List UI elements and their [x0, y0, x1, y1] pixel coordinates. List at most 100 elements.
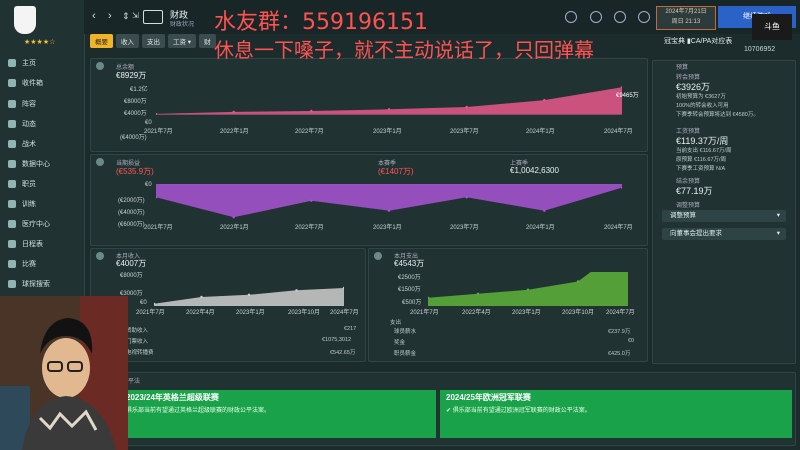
info-icon[interactable]: [614, 11, 626, 23]
gear-icon[interactable]: [638, 11, 650, 23]
y-tick: (€6000万): [118, 222, 145, 228]
chart-point: [465, 196, 468, 199]
sidebar-item-dynamics[interactable]: 动态: [4, 117, 82, 131]
x-tick: 2022年1月: [220, 129, 249, 135]
transfer-sub: 初始预算为 €3627万: [676, 94, 726, 100]
up-down-button[interactable]: ⇕: [122, 11, 130, 22]
chart-series-area: [154, 288, 344, 306]
adjust-budget-button[interactable]: 调整预算 ▾: [662, 210, 786, 222]
sidebar-item-schedule[interactable]: 日程表: [4, 237, 82, 251]
webcam-overlay: [0, 296, 128, 450]
board-request-button[interactable]: 向董事会提出要求 ▾: [662, 228, 786, 240]
tab-income[interactable]: 收入: [116, 34, 139, 48]
tab-wages[interactable]: 工资 ▾: [168, 34, 197, 48]
x-tick: 2022年4月: [186, 310, 215, 316]
y-tick: (€4000万): [120, 135, 147, 141]
x-tick: 2021年7月: [144, 129, 173, 135]
y-tick: €500万: [402, 300, 422, 306]
income-row-value: €542.65万: [330, 350, 356, 356]
x-tick: 2023年1月: [373, 225, 402, 231]
y-tick: €1500万: [398, 287, 421, 293]
expense-rows-header: 支出: [390, 320, 402, 326]
sidebar-item-squad[interactable]: 阵容: [4, 97, 82, 111]
x-tick: 2024年1月: [526, 225, 555, 231]
collapse-button[interactable]: ⇲: [132, 11, 139, 20]
x-tick: 2023年10月: [562, 310, 595, 316]
income-row-value: €1075,3012: [322, 337, 352, 343]
income-value: €4007万: [116, 259, 147, 268]
sidebar-item-medical[interactable]: 医疗中心: [4, 217, 82, 231]
stream-overlay-line2: 休息一下嗓子，就不主动说话了，只回弹幕: [214, 38, 594, 62]
sidebar-item-home[interactable]: 主页: [4, 56, 82, 70]
x-tick: 2021年7月: [136, 310, 165, 316]
chart-point: [310, 109, 313, 113]
income-row-label: 门票收入: [126, 339, 149, 345]
game-date[interactable]: 2024年7月21日 周日 21:13: [656, 6, 716, 30]
ffp-card-title: 2023/24年英格兰超级联赛: [126, 393, 219, 402]
trophy-icon: [8, 260, 16, 268]
sidebar-item-staff[interactable]: 职员: [4, 177, 82, 191]
y-tick: (€4000万): [118, 210, 145, 216]
sidebar-item-matches[interactable]: 比赛: [4, 257, 82, 271]
x-tick: 2024年7月: [604, 225, 633, 231]
chart-series-area: [156, 184, 622, 218]
chart-point: [465, 105, 468, 109]
chevron-down-icon: ▾: [776, 212, 780, 219]
income-row-label: 电视转播费: [126, 350, 154, 356]
expense-value: €4543万: [394, 259, 425, 268]
x-tick: 2024年7月: [330, 310, 359, 316]
chart-point: [387, 108, 391, 111]
finance-page-icon: [143, 10, 163, 24]
sidebar-item-inbox[interactable]: 收件箱: [4, 76, 82, 90]
help-icon[interactable]: [590, 11, 602, 23]
y-tick: €0: [140, 300, 147, 306]
transfer-sub: 100%的转会收入可用: [676, 103, 729, 109]
settings-icon[interactable]: [565, 11, 577, 23]
back-button[interactable]: ‹: [92, 10, 96, 22]
inbox-icon: [8, 79, 16, 87]
board-request-button-label: 向董事会提出要求: [670, 230, 722, 237]
expense-row-value: €237.9万: [608, 329, 631, 335]
check-icon: ✔: [446, 408, 453, 414]
adjust-budget-button-label: 调整预算: [670, 212, 696, 219]
wage-sub: 当前支出 €116.67万/周: [676, 148, 732, 154]
y-tick: (€2000万): [118, 198, 145, 204]
tab-expense[interactable]: 支出: [142, 34, 165, 48]
finance-tabs: 概要 收入 支出 工资 ▾ 财: [90, 34, 216, 48]
income-row-label: 赞助收入: [126, 328, 149, 334]
top-right-links[interactable]: 冠宝典 ▮CA/PA对应表: [664, 36, 732, 46]
x-tick: 2023年10月: [288, 310, 321, 316]
expense-row-value: €0: [628, 338, 635, 344]
sidebar-item-scouting[interactable]: 球探搜索: [4, 277, 82, 291]
ffp-card-text-content: 俱乐部当前有望通过欧洲冠军联赛的财政公平法案。: [452, 408, 591, 414]
home-icon: [8, 59, 16, 67]
x-tick: 2022年1月: [220, 225, 249, 231]
chart-point: [543, 98, 546, 102]
x-tick: 2024年1月: [526, 129, 555, 135]
balance-chart: [156, 86, 622, 116]
chart-point: [476, 292, 480, 295]
expense-icon: [374, 252, 382, 260]
staff-icon: [8, 180, 16, 188]
wage-sub: 原预算 €116.67万/周: [676, 157, 727, 163]
sidebar-item-tactics[interactable]: 战术: [4, 137, 82, 151]
forward-button[interactable]: ›: [108, 10, 112, 22]
income-chart: [154, 286, 344, 306]
x-tick: 2023年7月: [450, 129, 479, 135]
calendar-icon: [8, 240, 16, 248]
chart-point: [576, 280, 580, 283]
transfer-sub: 下赛季转会预算将达到 €4580万。: [676, 112, 759, 118]
wage-sub: 下赛季工资预算 N/A: [676, 166, 726, 172]
ffp-card-text: 俱乐部当前有望通过英格兰超级联赛的财政公平法案。: [126, 408, 271, 414]
y-tick: €8000万: [124, 99, 147, 105]
tactics-icon: [8, 140, 16, 148]
sidebar-item-data-hub[interactable]: 数据中心: [4, 157, 82, 171]
chart-point: [232, 110, 235, 114]
club-logo-icon[interactable]: [14, 6, 36, 34]
data-hub-icon: [8, 160, 16, 168]
date-line: 2024年7月21日: [665, 9, 707, 15]
x-tick: 2022年7月: [295, 225, 324, 231]
tab-overview[interactable]: 概要: [90, 34, 113, 48]
sidebar-item-training[interactable]: 训练: [4, 197, 82, 211]
expense-chart: [428, 272, 628, 306]
